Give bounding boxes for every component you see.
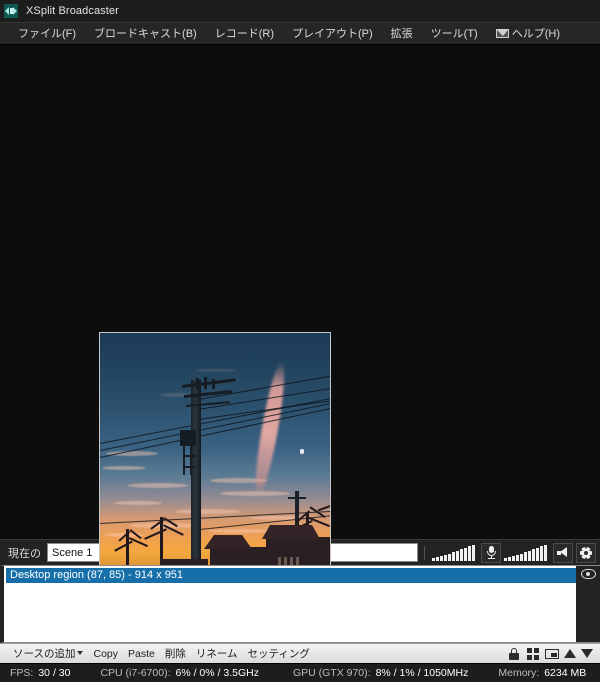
menu-tools[interactable]: ツール(T) [422,24,487,44]
menu-extensions[interactable]: 拡張 [382,24,422,44]
chevron-down-icon [77,650,84,655]
add-source-label: ソースの追加 [13,647,76,660]
picture-in-picture-icon[interactable] [545,647,559,661]
fps-value: 30 / 30 [38,667,71,679]
menu-file[interactable]: ファイル(F) [9,24,85,44]
source-toolbar-icons [507,647,598,661]
transformer-box [180,430,196,446]
memory-value: 6234 MB [544,667,587,679]
memory-label: Memory: [498,667,540,679]
speaker-icon [557,547,569,558]
arrow-up-icon[interactable] [564,649,576,658]
preview-stage[interactable] [0,45,600,572]
xsplit-window: XSplit Broadcaster ファイル(F) ブロードキャスト(B) レ… [0,0,600,682]
status-memory: Memory: 6234 MB [498,667,586,679]
divider [424,545,425,560]
settings-button[interactable]: セッティング [243,645,315,663]
status-bar: FPS: 30 / 30 CPU (i7-6700): 6% / 0% / 3.… [0,663,600,682]
copy-button[interactable]: Copy [88,645,123,663]
expand-icon[interactable] [526,647,540,661]
status-cpu: CPU (i7-6700): 6% / 0% / 3.5GHz [100,667,258,679]
source-list-body[interactable]: Desktop region (87, 85) - 914 x 951 [4,566,600,642]
window-title: XSplit Broadcaster [26,5,119,17]
pole-ladder [183,445,196,475]
audio-settings-button[interactable] [576,542,596,563]
menu-playout[interactable]: プレイアウト(P) [283,24,382,44]
gear-icon [580,546,592,559]
fps-label: FPS: [10,667,34,679]
mail-icon [495,29,509,38]
scene-preview[interactable] [99,332,331,572]
status-fps: FPS: 30 / 30 [10,667,70,679]
menu-bar: ファイル(F) ブロードキャスト(B) レコード(R) プレイアウト(P) 拡張… [0,22,600,45]
menu-help-label: ヘルプ(H) [511,27,560,40]
menu-record[interactable]: レコード(R) [206,24,283,44]
microphone-button[interactable] [481,542,501,563]
paste-button[interactable]: Paste [123,645,160,663]
source-list[interactable]: Desktop region (87, 85) - 914 x 951 [0,565,600,643]
microphone-volume-slider[interactable] [432,544,475,561]
eye-icon[interactable] [580,569,596,579]
cpu-value: 6% / 0% / 3.5GHz [175,667,259,679]
lock-icon[interactable] [507,647,521,661]
scene-label: 現在の [8,547,41,560]
speaker-button[interactable] [553,542,573,563]
microphone-icon [486,546,497,559]
list-item[interactable]: Desktop region (87, 85) - 914 x 951 [6,568,598,583]
status-gpu: GPU (GTX 970): 8% / 1% / 1050MHz [293,667,468,679]
menu-help[interactable]: ヘルプ(H) [487,24,569,44]
title-bar: XSplit Broadcaster [0,0,600,22]
speaker-volume-slider[interactable] [504,544,547,561]
menu-broadcast[interactable]: ブロードキャスト(B) [85,24,206,44]
source-toolbar: ソースの追加 Copy Paste 削除 リネーム セッティング [0,643,600,663]
mouse-cursor-dot [300,449,304,454]
visibility-column [576,566,600,642]
audio-controls [424,542,596,564]
gpu-value: 8% / 1% / 1050MHz [375,667,469,679]
arrow-down-icon[interactable] [581,649,593,658]
xsplit-logo-icon [4,4,18,18]
gpu-label: GPU (GTX 970): [292,667,371,679]
utility-pole [191,380,201,571]
add-source-button[interactable]: ソースの追加 [8,645,88,663]
rename-button[interactable]: リネーム [191,645,243,663]
cpu-label: CPU (i7-6700): [100,667,171,679]
delete-button[interactable]: 削除 [160,645,191,663]
